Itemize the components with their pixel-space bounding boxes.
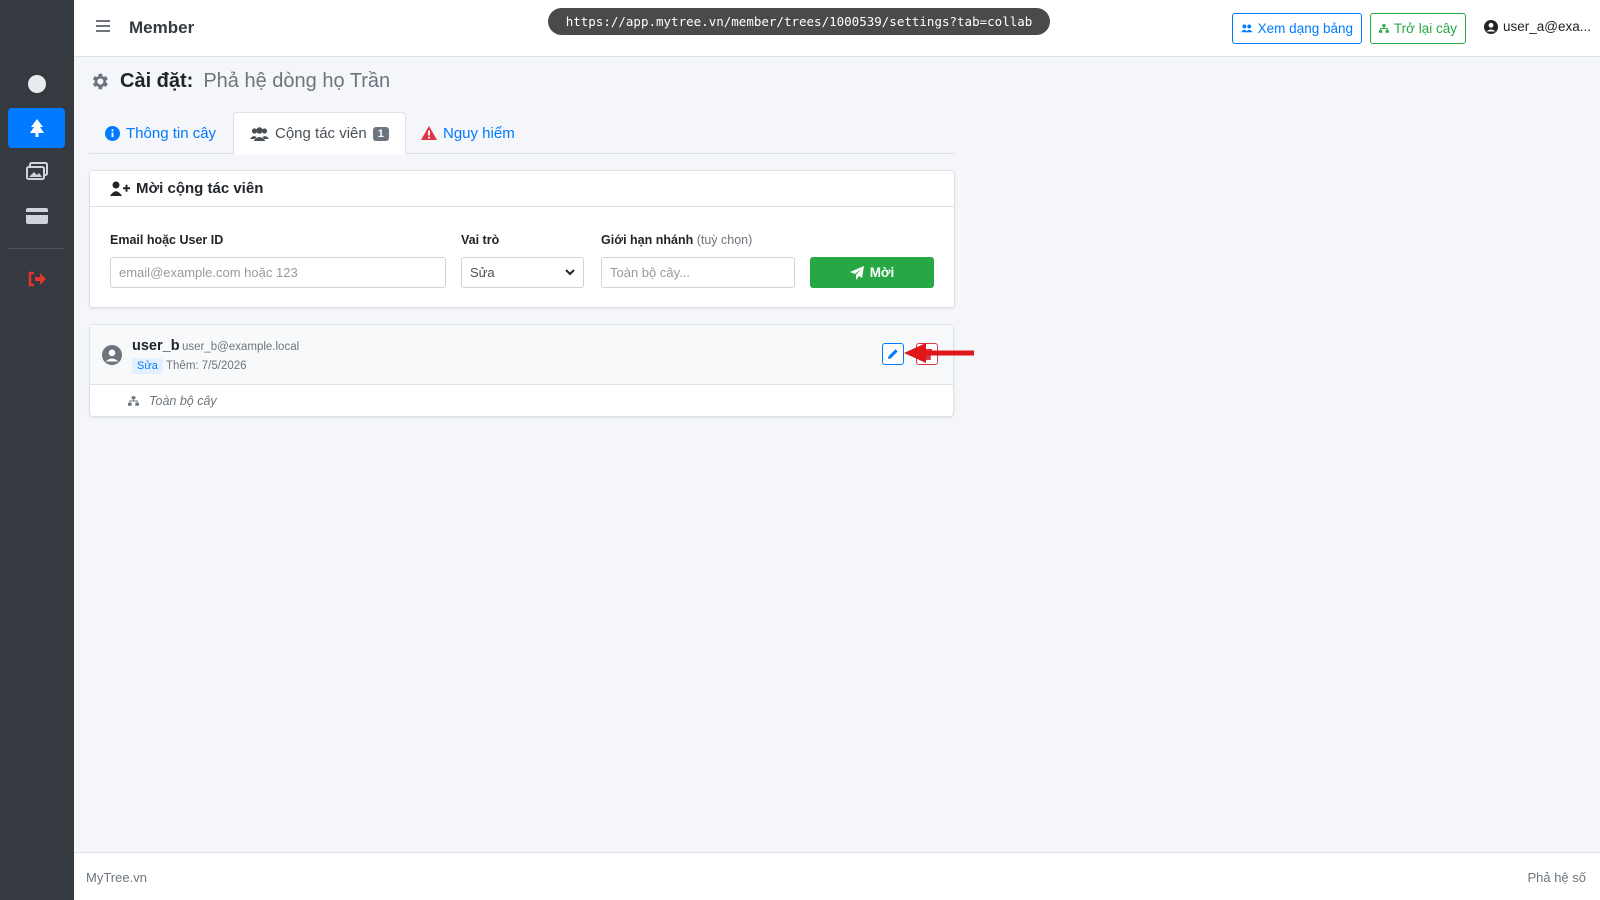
gear-icon: [92, 73, 108, 90]
invite-submit-label: Mời: [869, 265, 895, 280]
role-select-value: Sửa: [470, 265, 495, 280]
user-plus-icon: [110, 181, 130, 196]
user-circle-icon: [102, 345, 122, 365]
pencil-icon: [888, 349, 898, 359]
tab-tree-info[interactable]: Thông tin cây: [89, 112, 232, 154]
sitemap-icon: [1379, 24, 1389, 33]
invite-collaborator-card: Mời cộng tác viên Email hoặc User ID ema…: [89, 170, 955, 308]
branch-limit-field[interactable]: Toàn bộ cây...: [601, 257, 795, 288]
top-navbar: Member https://app.mytree.vn/member/tree…: [74, 0, 1600, 57]
back-to-tree-button[interactable]: Trở lại cây: [1370, 13, 1466, 44]
tab-collaborators-label: Cộng tác viên: [275, 125, 367, 142]
info-circle-icon: [105, 125, 120, 141]
sidebar-item-logout[interactable]: [8, 259, 65, 299]
user-menu-label: user_a@exa...: [1503, 19, 1592, 34]
table-view-label: Xem dạng bảng: [1257, 21, 1353, 36]
collaborator-name: user_b: [132, 338, 180, 354]
warning-icon: [421, 126, 437, 140]
users-icon: [1241, 24, 1253, 33]
circle-icon: [27, 75, 46, 93]
sidebar-item-gallery[interactable]: [8, 151, 65, 191]
email-label: Email hoặc User ID: [110, 233, 224, 247]
tab-tree-info-label: Thông tin cây: [126, 124, 217, 142]
images-icon: [25, 162, 48, 180]
menu-toggle-icon[interactable]: [96, 20, 110, 34]
sidebar-item-billing[interactable]: [8, 196, 65, 236]
collaborator-added-date: Thêm: 7/5/2026: [166, 360, 247, 372]
invite-submit-button[interactable]: Mời: [810, 257, 934, 288]
user-menu[interactable]: user_a@exa...: [1484, 19, 1591, 34]
collaborator-count-badge: 1: [372, 126, 389, 141]
branch-limit-label: Giới hạn nhánh (tuỳ chọn): [601, 233, 752, 247]
footer-tagline: Phả hệ số: [1527, 870, 1586, 885]
paper-plane-icon: [849, 265, 864, 280]
url-display: https://app.mytree.vn/member/trees/10005…: [548, 8, 1050, 35]
collaborator-scope-label: Toàn bộ cây: [149, 394, 217, 408]
page-title-label: Cài đặt:: [120, 70, 194, 92]
navbar-title: Member: [129, 18, 195, 37]
tab-danger-zone-label: Nguy hiểm: [443, 124, 515, 142]
tree-icon: [29, 119, 44, 137]
role-label: Vai trò: [461, 233, 500, 247]
edit-collaborator-button[interactable]: [882, 343, 904, 365]
sidebar-item-trees[interactable]: [8, 108, 65, 148]
collaborator-row: user_b user_b@example.local Sửa Thêm: 7/…: [90, 325, 953, 385]
page-title: Cài đặt: Phả hệ dòng họ Trần: [89, 70, 390, 93]
tab-danger-zone[interactable]: Nguy hiểm: [405, 112, 531, 154]
users-icon: [250, 126, 269, 141]
avatar: [102, 345, 122, 370]
email-field[interactable]: email@example.com hoặc 123: [110, 257, 446, 288]
role-select[interactable]: Sửa: [461, 257, 584, 288]
annotation-arrow-icon: [904, 343, 974, 363]
settings-tabs: Thông tin cây Cộng tác viên 1 Nguy hiểm: [89, 112, 955, 155]
user-circle-icon: [1484, 19, 1498, 34]
table-view-button[interactable]: Xem dạng bảng: [1232, 13, 1362, 44]
collaborator-email: user_b@example.local: [182, 341, 300, 353]
tab-collaborators[interactable]: Cộng tác viên 1: [233, 112, 406, 155]
footer-brand: MyTree.vn: [86, 870, 147, 885]
invite-card-header: Mời cộng tác viên: [90, 171, 954, 207]
invite-card-title: Mời cộng tác viên: [136, 180, 264, 197]
chevron-down-icon: [565, 269, 575, 276]
sidebar-item-home[interactable]: [8, 64, 65, 104]
sidebar-divider: [8, 248, 65, 249]
back-to-tree-label: Trở lại cây: [1393, 21, 1457, 36]
branch-limit-label-text: Giới hạn nhánh: [601, 233, 694, 247]
branch-limit-optional: (tuỳ chọn): [696, 233, 753, 247]
page-title-tree-name: Phả hệ dòng họ Trần: [203, 70, 391, 92]
collaborator-scope: Toàn bộ cây: [128, 394, 217, 408]
sidebar: [0, 0, 74, 900]
sitemap-icon: [128, 396, 139, 406]
footer: MyTree.vn Phả hệ số: [74, 852, 1600, 900]
collaborator-list-card: user_b user_b@example.local Sửa Thêm: 7/…: [89, 324, 954, 417]
credit-card-icon: [25, 208, 48, 224]
sign-out-icon: [28, 271, 46, 287]
collaborator-role-badge: Sửa: [132, 358, 163, 374]
